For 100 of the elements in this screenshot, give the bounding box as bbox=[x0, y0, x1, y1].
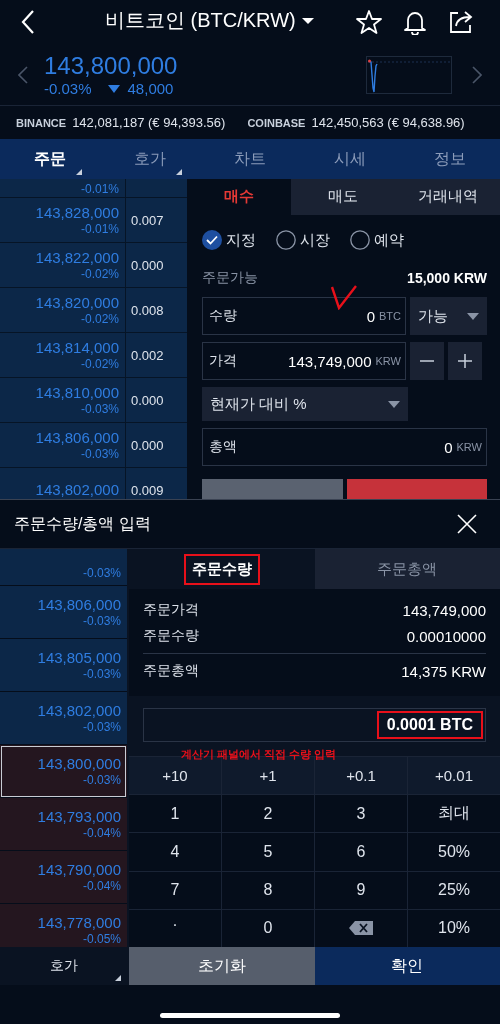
checked-radio-icon[interactable] bbox=[202, 230, 222, 251]
decrease-button[interactable] bbox=[410, 342, 444, 381]
order-price: 143,802,000 bbox=[35, 481, 119, 499]
radio-label[interactable]: 시장 bbox=[300, 230, 330, 250]
share-icon[interactable] bbox=[448, 9, 474, 35]
ratio-dropdown[interactable]: 현재가 대비 % bbox=[202, 387, 408, 421]
available-amount: 15,000 KRW bbox=[407, 269, 487, 286]
tab[interactable]: 시세 bbox=[300, 139, 400, 179]
plus-icon bbox=[457, 353, 473, 370]
caret-icon[interactable] bbox=[301, 16, 314, 25]
order-quantity: 0.009 bbox=[131, 482, 164, 498]
exchange-name: BINANCE bbox=[16, 116, 67, 129]
current-price: 143,800,000 bbox=[44, 52, 179, 80]
chevron-right-icon[interactable] bbox=[472, 65, 482, 84]
keypad-key[interactable]: +0.01 bbox=[408, 757, 500, 795]
price-cell[interactable]: 143,806,000 -0.03% bbox=[0, 423, 126, 467]
keypad-key[interactable]: 2 bbox=[222, 795, 314, 833]
backspace-icon bbox=[349, 921, 373, 936]
price-cell[interactable]: 143,806,000 -0.03% bbox=[0, 586, 127, 639]
summary-value: 0.00010000 bbox=[406, 627, 486, 645]
change-rate: -0.03% bbox=[80, 401, 119, 417]
order-quantity: 0.000 bbox=[131, 392, 164, 408]
change-rate: -0.04% bbox=[82, 825, 121, 841]
keypad-key[interactable]: 6 bbox=[315, 833, 407, 871]
tab[interactable]: 매도 bbox=[291, 179, 396, 215]
field-value: 0 bbox=[366, 307, 375, 325]
price-cell[interactable]: -0.03% bbox=[0, 549, 127, 586]
keypad-key[interactable]: 9 bbox=[315, 871, 407, 909]
change-rate: -0.03% bbox=[82, 613, 121, 629]
price-cell[interactable]: 143,822,000 -0.02% bbox=[0, 243, 126, 287]
change-rate: -0.03% bbox=[82, 719, 121, 735]
backspace-key[interactable] bbox=[315, 909, 407, 947]
change-rate: -0.04% bbox=[82, 878, 121, 894]
radio-icon[interactable] bbox=[350, 230, 370, 251]
tab[interactable]: 거래내역 bbox=[395, 179, 500, 215]
price-cell[interactable]: 143,828,000 -0.01% bbox=[0, 198, 126, 242]
keypad-key[interactable]: 7 bbox=[129, 871, 221, 909]
keypad-key[interactable]: 4 bbox=[129, 833, 221, 871]
price-field[interactable]: 가격 143,749,000 KRW bbox=[202, 342, 406, 381]
chevron-left-icon[interactable] bbox=[18, 65, 28, 84]
order-price: 143,806,000 bbox=[35, 428, 119, 447]
change-rate: -0.02% bbox=[80, 311, 119, 327]
radio-label[interactable]: 예약 bbox=[374, 230, 404, 250]
keypad-key[interactable]: 5 bbox=[222, 833, 314, 871]
order-price: 143,828,000 bbox=[35, 203, 119, 222]
field-value: 143,749,000 bbox=[288, 352, 372, 370]
tab[interactable]: 주문수량 bbox=[183, 553, 260, 585]
total-field[interactable]: 총액 0 KRW bbox=[202, 428, 487, 466]
tab[interactable]: 차트 bbox=[200, 139, 300, 179]
keypad-key[interactable]: 0 bbox=[222, 909, 314, 947]
back-icon[interactable] bbox=[20, 9, 36, 35]
price-cell[interactable]: 143,802,000 bbox=[0, 468, 126, 499]
price-cell[interactable]: 143,814,000 -0.02% bbox=[0, 333, 126, 377]
exchange-price: 142,081,187 (€ 94,393.56) bbox=[72, 115, 226, 130]
unit-label: KRW bbox=[456, 441, 482, 453]
change-amount: 48,000 bbox=[127, 80, 174, 97]
tab[interactable]: 정보 bbox=[400, 139, 500, 179]
star-icon[interactable] bbox=[356, 9, 382, 35]
summary-label: 주문수량 bbox=[143, 627, 199, 645]
close-icon[interactable] bbox=[456, 513, 478, 535]
price-cell[interactable]: 143,800,000 -0.03% bbox=[0, 745, 127, 798]
quantity-mode-dropdown[interactable]: 가능 bbox=[410, 297, 487, 336]
tab[interactable]: 주문 bbox=[0, 139, 100, 179]
change-rate: -0.05% bbox=[82, 931, 121, 947]
radio-icon[interactable] bbox=[276, 230, 296, 251]
order-price: 143,800,000 bbox=[37, 754, 121, 773]
price-cell[interactable]: 143,820,000 -0.02% bbox=[0, 288, 126, 332]
price-cell[interactable]: 143,805,000 -0.03% bbox=[0, 639, 127, 692]
keypad-key[interactable]: 50% bbox=[408, 833, 500, 871]
caret-icon bbox=[467, 312, 479, 320]
caret-icon bbox=[388, 400, 400, 408]
tab[interactable]: 호가 bbox=[100, 139, 200, 179]
order-quantity: 0.000 bbox=[131, 437, 164, 453]
order-quantity: 0.000 bbox=[131, 257, 164, 273]
keypad-key[interactable]: . bbox=[129, 909, 221, 947]
order-quantity: 0.002 bbox=[131, 347, 164, 363]
order-price: 143,822,000 bbox=[35, 248, 119, 267]
keypad-key[interactable]: 8 bbox=[222, 871, 314, 909]
price-cell[interactable]: 143,793,000 -0.04% bbox=[0, 798, 127, 851]
confirm-button[interactable]: 확인 bbox=[314, 947, 500, 985]
price-cell[interactable]: 143,802,000 -0.03% bbox=[0, 692, 127, 745]
keypad-key[interactable]: 최대 bbox=[408, 795, 500, 833]
summary-value: 14,375 KRW bbox=[401, 662, 486, 680]
amount-display[interactable]: 0.0001 BTC bbox=[143, 708, 486, 742]
order-price: 143,810,000 bbox=[35, 383, 119, 402]
keypad-key[interactable]: 25% bbox=[408, 871, 500, 909]
price-cell[interactable]: 143,778,000 -0.05% bbox=[0, 904, 127, 947]
price-cell[interactable]: 143,790,000 -0.04% bbox=[0, 851, 127, 904]
increase-button[interactable] bbox=[448, 342, 482, 381]
price-cell[interactable]: 143,810,000 -0.03% bbox=[0, 378, 126, 422]
keypad-key[interactable]: 1 bbox=[129, 795, 221, 833]
quantity-field[interactable]: 수량 0 BTC bbox=[202, 297, 406, 336]
price-cell[interactable]: -0.01% bbox=[0, 179, 126, 197]
tab[interactable]: 매수 bbox=[187, 179, 292, 215]
order-price: 143,820,000 bbox=[35, 293, 119, 312]
keypad-key[interactable]: 3 bbox=[315, 795, 407, 833]
keypad-key[interactable]: 10% bbox=[408, 909, 500, 947]
reset-button[interactable]: 초기화 bbox=[129, 947, 315, 985]
bell-icon[interactable] bbox=[402, 9, 428, 35]
radio-label[interactable]: 지정 bbox=[226, 230, 256, 250]
